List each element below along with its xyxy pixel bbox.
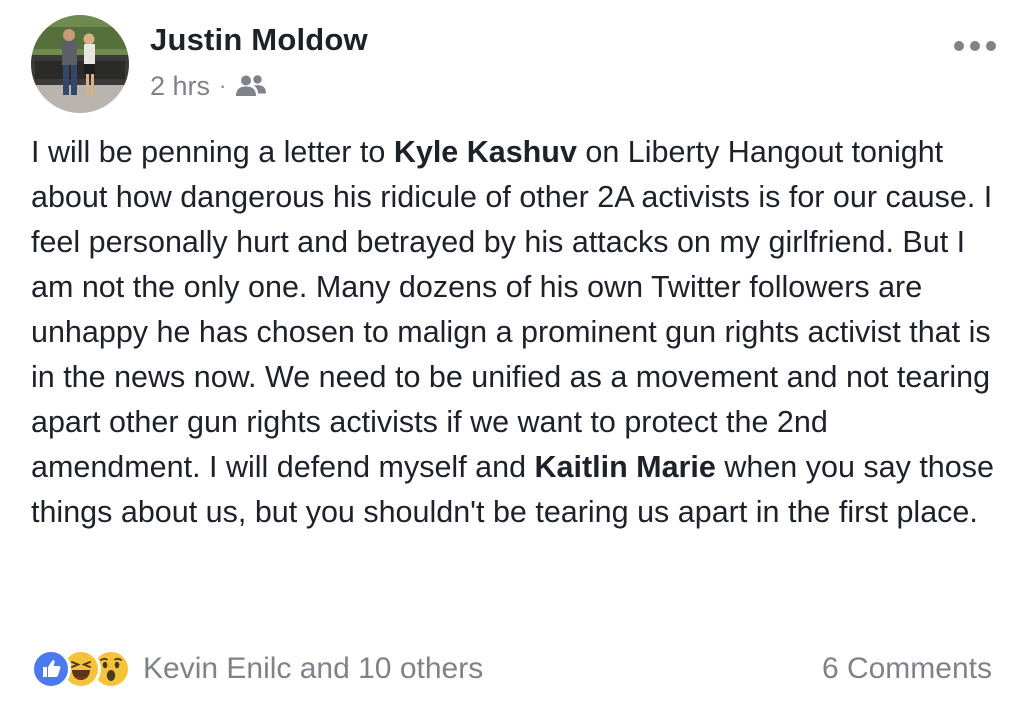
post-meta: 2 hrs · <box>150 68 267 104</box>
reactions-summary[interactable]: Kevin Enilc and 10 others <box>31 649 483 689</box>
more-options-button[interactable] <box>954 34 996 58</box>
comments-count-link[interactable]: 6 Comments <box>822 649 992 689</box>
mention-link[interactable]: Kaitlin Marie <box>535 450 716 484</box>
reactions-summary-text[interactable]: Kevin Enilc and 10 others <box>143 652 483 686</box>
more-dot-icon <box>954 41 964 51</box>
more-dot-icon <box>970 41 980 51</box>
friends-icon[interactable] <box>235 74 267 98</box>
more-dot-icon <box>986 41 996 51</box>
meta-separator: · <box>219 73 227 98</box>
post-timestamp[interactable]: 2 hrs <box>150 71 210 102</box>
like-icon <box>31 649 71 689</box>
avatar-photo <box>31 15 129 113</box>
mention-link[interactable]: Kyle Kashuv <box>394 135 577 169</box>
author-name[interactable]: Justin Moldow <box>150 22 368 58</box>
post-text-part: I will be penning a letter to <box>31 135 394 169</box>
facebook-post: Justin Moldow 2 hrs · I will be penning … <box>0 0 1024 708</box>
post-text-part: on Liberty Hangout tonight about how dan… <box>31 135 993 484</box>
author-avatar[interactable] <box>31 15 129 113</box>
post-text: I will be penning a letter to Kyle Kashu… <box>31 130 996 535</box>
